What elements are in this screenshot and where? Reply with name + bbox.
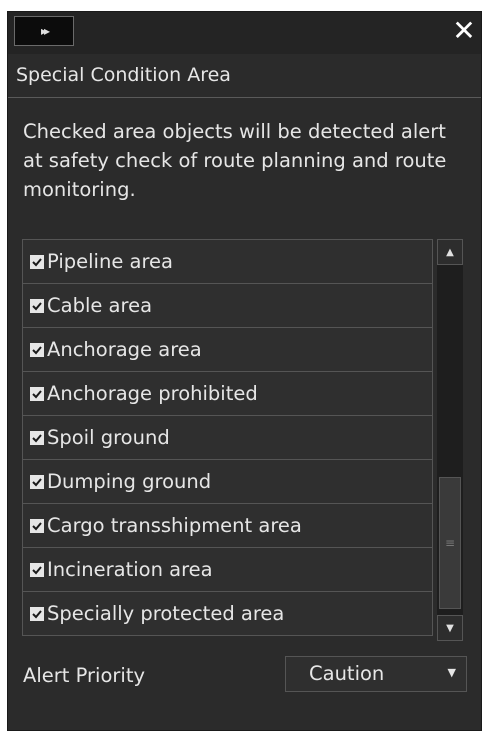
panel-title: Special Condition Area xyxy=(16,64,231,86)
list-item-spoil-ground[interactable]: Spoil ground xyxy=(22,416,433,460)
dropdown-arrow-icon: ▼ xyxy=(447,666,456,679)
checkbox-icon[interactable] xyxy=(30,430,44,445)
list-item-cargo-transshipment-area[interactable]: Cargo transshipment area xyxy=(22,504,433,548)
alert-priority-label: Alert Priority xyxy=(23,664,146,687)
checkbox-icon[interactable] xyxy=(30,562,44,577)
list-item-label: Cable area xyxy=(47,294,153,317)
alert-priority-dropdown[interactable]: Caution ▼ xyxy=(285,656,467,692)
list-scrollbar[interactable]: ▲ ≡ ▼ xyxy=(437,239,463,641)
checkbox-icon[interactable] xyxy=(30,518,44,533)
checkbox-icon[interactable] xyxy=(30,474,44,489)
list-item-label: Anchorage prohibited xyxy=(47,382,258,405)
grip-icon: ≡ xyxy=(444,536,456,550)
panel-header: Special Condition Area xyxy=(8,54,481,98)
checkbox-icon[interactable] xyxy=(30,254,44,269)
list-item-label: Anchorage area xyxy=(47,338,202,361)
expand-button[interactable]: ▸▸ xyxy=(14,16,74,46)
arrow-up-icon: ▲ xyxy=(446,246,454,258)
list-item-label: Cargo transshipment area xyxy=(47,514,302,537)
list-item-dumping-ground[interactable]: Dumping ground xyxy=(22,460,433,504)
list-item-anchorage-area[interactable]: Anchorage area xyxy=(22,328,433,372)
close-icon: ✕ xyxy=(452,14,476,47)
area-list: Pipeline area Cable area Anchorage area … xyxy=(22,239,433,642)
checkbox-icon[interactable] xyxy=(30,298,44,313)
alert-priority-value: Caution xyxy=(309,662,385,685)
close-button[interactable]: ✕ xyxy=(449,16,479,46)
scroll-thumb[interactable]: ≡ xyxy=(439,477,461,609)
checkbox-icon[interactable] xyxy=(30,606,44,621)
list-item-incineration-area[interactable]: Incineration area xyxy=(22,548,433,592)
list-item-label: Spoil ground xyxy=(47,426,170,449)
list-item-label: Dumping ground xyxy=(47,470,212,493)
list-item-label: Incineration area xyxy=(47,558,213,581)
checkbox-icon[interactable] xyxy=(30,342,44,357)
title-bar: ▸▸ ✕ xyxy=(8,12,481,54)
checkbox-icon[interactable] xyxy=(30,386,44,401)
list-item-cable-area[interactable]: Cable area xyxy=(22,284,433,328)
list-item-pipeline-area[interactable]: Pipeline area xyxy=(22,240,433,284)
list-item-specially-protected-area[interactable]: Specially protected area xyxy=(22,592,433,636)
arrow-down-icon: ▼ xyxy=(446,622,454,634)
list-item-anchorage-prohibited[interactable]: Anchorage prohibited xyxy=(22,372,433,416)
list-item-label: Pipeline area xyxy=(47,250,173,273)
list-item-label: Specially protected area xyxy=(47,602,285,625)
scroll-up-button[interactable]: ▲ xyxy=(437,239,463,265)
description-text: Checked area objects will be detected al… xyxy=(23,120,447,201)
scroll-down-button[interactable]: ▼ xyxy=(437,615,463,641)
double-arrow-icon: ▸▸ xyxy=(40,24,50,38)
